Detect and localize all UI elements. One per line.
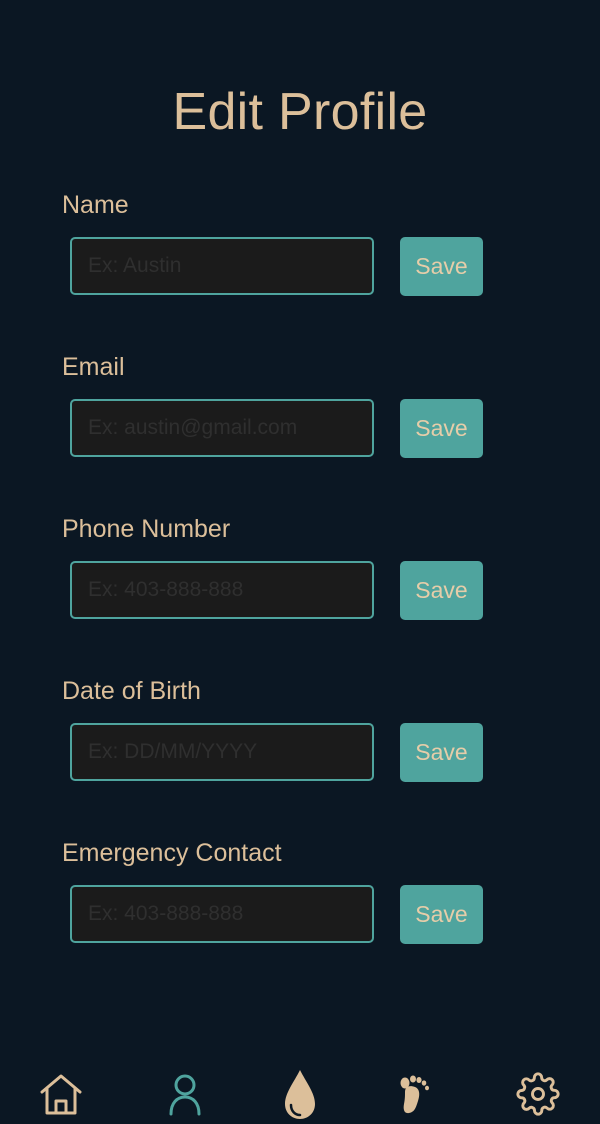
phone-label: Phone Number <box>62 515 231 543</box>
page-title: Edit Profile <box>172 83 428 141</box>
emergency-contact-label: Emergency Contact <box>62 839 282 867</box>
nav-profile[interactable] <box>161 1070 209 1118</box>
phone-input[interactable] <box>70 561 374 619</box>
save-phone-button[interactable]: Save <box>400 561 483 620</box>
name-label: Name <box>62 191 129 219</box>
email-label: Email <box>62 353 125 381</box>
nav-steps[interactable] <box>389 1070 437 1118</box>
dob-label: Date of Birth <box>62 677 201 705</box>
profile-icon <box>169 1074 201 1116</box>
nav-water[interactable] <box>276 1070 324 1119</box>
email-field-group: Email Save <box>0 352 600 482</box>
bottom-nav <box>0 1060 600 1124</box>
email-input[interactable] <box>70 399 374 457</box>
nav-home[interactable] <box>37 1070 85 1118</box>
save-emergency-contact-button[interactable]: Save <box>400 885 483 944</box>
name-field-group: Name Save <box>0 190 600 320</box>
save-dob-button[interactable]: Save <box>400 723 483 782</box>
emergency-contact-input[interactable] <box>70 885 374 943</box>
save-name-button[interactable]: Save <box>400 237 483 296</box>
water-drop-icon <box>285 1070 315 1119</box>
footprint-icon <box>400 1075 429 1114</box>
gear-icon <box>516 1072 560 1116</box>
save-email-button[interactable]: Save <box>400 399 483 458</box>
nav-settings[interactable] <box>514 1070 562 1118</box>
name-input[interactable] <box>70 237 374 295</box>
emergency-contact-field-group: Emergency Contact Save <box>0 838 600 968</box>
dob-field-group: Date of Birth Save <box>0 676 600 806</box>
home-icon <box>40 1074 82 1115</box>
dob-input[interactable] <box>70 723 374 781</box>
phone-field-group: Phone Number Save <box>0 514 600 644</box>
